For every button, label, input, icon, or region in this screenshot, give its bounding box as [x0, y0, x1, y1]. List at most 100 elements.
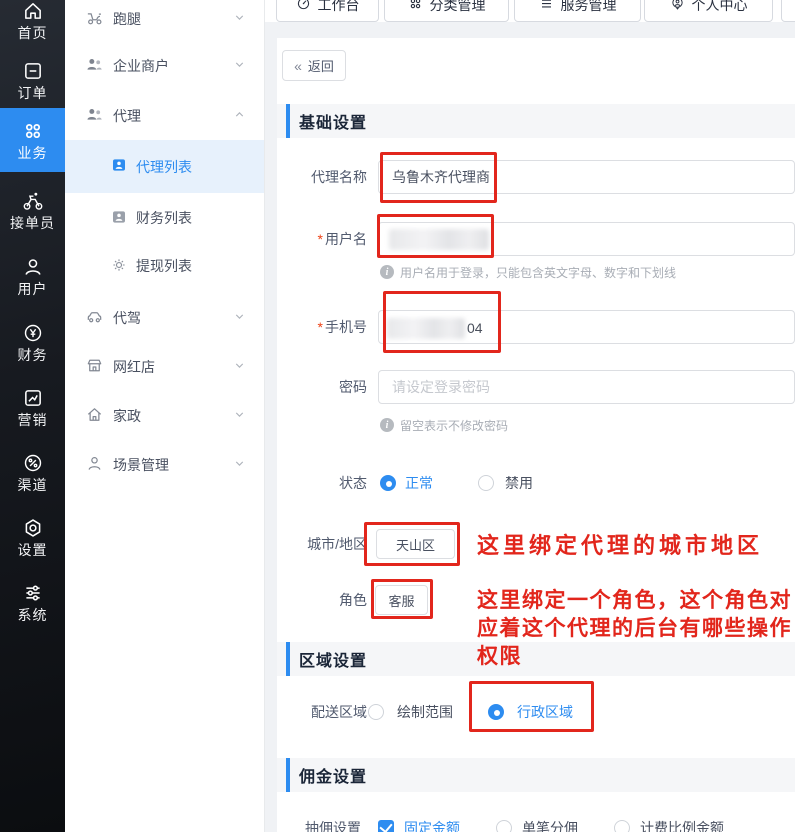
back-button-label: 返回: [308, 56, 334, 75]
content-card: « 返回 基础设置 代理名称 *用户名 i 用户名用于登录，只能包含英文字母、数…: [277, 38, 795, 832]
delivery-radio-admin-region[interactable]: [488, 704, 504, 720]
tab-partial[interactable]: [781, 0, 795, 22]
menu-item-enterprise-merchants[interactable]: 企业商户: [65, 41, 264, 91]
status-radio-normal[interactable]: [380, 475, 396, 491]
menu-item-withdraw-list[interactable]: 提现列表: [65, 242, 264, 290]
business-grid-icon: [22, 120, 44, 142]
section-commission-settings: 佣金设置: [277, 758, 795, 792]
status-option-label[interactable]: 禁用: [505, 473, 533, 493]
commission-option-label[interactable]: 单笔分佣: [522, 818, 578, 832]
system-sliders-icon: [22, 582, 44, 604]
annotation-line: 权限: [477, 643, 792, 671]
tab-workbench[interactable]: 工作台: [276, 0, 379, 22]
sidebar-item-users[interactable]: 用户: [0, 248, 65, 304]
role-input[interactable]: [375, 585, 428, 615]
back-button[interactable]: « 返回: [282, 50, 346, 81]
sidebar-item-label: 设置: [18, 542, 48, 558]
annotation-city-note: 这里绑定代理的城市地区: [477, 528, 763, 560]
chevron-down-icon: [233, 11, 246, 27]
annotation-role-note: 这里绑定一个角色，这个角色对 应着这个代理的后台有哪些操作 权限: [477, 587, 792, 671]
sidebar-item-label: 接单员: [10, 215, 55, 231]
person-icon: [85, 454, 104, 476]
commission-radio-per-order[interactable]: [496, 820, 512, 832]
delivery-option-label[interactable]: 行政区域: [517, 702, 573, 722]
channel-compass-icon: [22, 452, 44, 474]
status-label: 状态: [277, 473, 367, 493]
delivery-area-radio-group: 绘制范围 行政区域: [368, 696, 573, 728]
primary-sidebar: 首页 订单 业务 接单员 用户 财务 营销 渠道 设置 系统: [0, 0, 65, 832]
menu-item-agent-list[interactable]: 代理列表: [65, 140, 264, 193]
sidebar-item-channel[interactable]: 渠道: [0, 444, 65, 500]
sidebar-item-orders[interactable]: 订单: [0, 52, 65, 108]
commission-radio-billing-ratio[interactable]: [614, 820, 630, 832]
secondary-sidebar: 跑腿 企业商户 代理 代理列表 财务列表 提现列表 代驾 网红店 家政: [65, 0, 265, 832]
city-label: 城市/地区: [277, 534, 367, 554]
sidebar-item-label: 系统: [18, 607, 48, 623]
status-radio-disabled[interactable]: [478, 475, 494, 491]
username-help-text: 用户名用于登录，只能包含英文字母、数字和下划线: [400, 264, 676, 281]
menu-item-finance-list[interactable]: 财务列表: [65, 194, 264, 242]
section-title: 佣金设置: [299, 763, 367, 787]
sidebar-item-business[interactable]: 业务: [0, 108, 65, 172]
menu-item-errand[interactable]: 跑腿: [65, 0, 264, 44]
sidebar-item-finance[interactable]: 财务: [0, 314, 65, 370]
scooter-icon: [85, 8, 104, 30]
contact-card-icon: [111, 157, 127, 176]
chevron-down-icon: [233, 408, 246, 424]
sidebar-item-marketing[interactable]: 营销: [0, 379, 65, 435]
menu-item-housekeeping[interactable]: 家政: [65, 391, 264, 441]
password-help: i 留空表示不修改密码: [380, 417, 508, 433]
tab-profile-center[interactable]: 个人中心: [644, 0, 773, 22]
username-label: *用户名: [277, 229, 367, 249]
phone-redacted-value: [387, 318, 465, 339]
phone-visible-suffix: 04: [467, 320, 483, 336]
sidebar-item-label: 业务: [18, 145, 48, 161]
agent-name-label: 代理名称: [277, 167, 367, 187]
menu-item-online-shop[interactable]: 网红店: [65, 342, 264, 392]
delivery-radio-draw-range[interactable]: [368, 704, 384, 720]
username-redacted-value: [389, 229, 489, 250]
section-title: 基础设置: [299, 109, 367, 133]
password-input[interactable]: [378, 370, 795, 404]
commission-option-label[interactable]: 计费比例金额: [640, 818, 724, 832]
contact-card-icon: [111, 209, 127, 228]
order-icon: [22, 60, 44, 82]
commission-mode-group: 固定金额 单笔分佣 计费比例金额: [378, 812, 724, 832]
section-title: 区域设置: [299, 647, 367, 671]
password-label: 密码: [277, 377, 367, 397]
chevron-down-icon: [233, 310, 246, 326]
city-input[interactable]: [376, 529, 455, 559]
sidebar-item-system[interactable]: 系统: [0, 574, 65, 630]
commission-checkbox-fixed[interactable]: [378, 820, 394, 832]
delivery-option-label[interactable]: 绘制范围: [397, 702, 453, 722]
menu-item-label: 企业商户: [113, 56, 169, 76]
sidebar-item-home[interactable]: 首页: [0, 0, 65, 48]
status-option-label[interactable]: 正常: [405, 473, 433, 493]
menu-item-label: 代理列表: [136, 157, 192, 177]
annotation-line: 这里绑定一个角色，这个角色对: [477, 587, 792, 615]
sidebar-item-label: 首页: [18, 25, 48, 41]
menu-item-agents[interactable]: 代理: [65, 91, 264, 141]
menu-item-driving[interactable]: 代驾: [65, 293, 264, 343]
tab-service-management[interactable]: 服务管理: [514, 0, 641, 22]
delivery-area-label: 配送区域: [277, 702, 367, 722]
sidebar-item-settings[interactable]: 设置: [0, 509, 65, 565]
commission-option-label[interactable]: 固定金额: [404, 818, 460, 832]
people-icon: [85, 55, 104, 77]
tab-label: 个人中心: [692, 0, 748, 15]
sidebar-item-label: 营销: [18, 412, 48, 428]
tab-label: 分类管理: [430, 0, 486, 15]
required-asterisk: *: [318, 319, 323, 335]
person-pin-icon: [670, 0, 685, 14]
menu-item-label: 代理: [113, 106, 141, 126]
tab-category-management[interactable]: 分类管理: [384, 0, 509, 22]
tab-label: 服务管理: [561, 0, 617, 15]
menu-item-scene-management[interactable]: 场景管理: [65, 440, 264, 490]
chevron-up-icon: [233, 108, 246, 124]
gear-icon: [111, 257, 127, 276]
sidebar-item-couriers[interactable]: 接单员: [0, 182, 65, 238]
menu-item-label: 跑腿: [113, 9, 141, 29]
required-asterisk: *: [318, 231, 323, 247]
agent-name-input[interactable]: [378, 160, 795, 194]
people-icon: [85, 105, 104, 127]
